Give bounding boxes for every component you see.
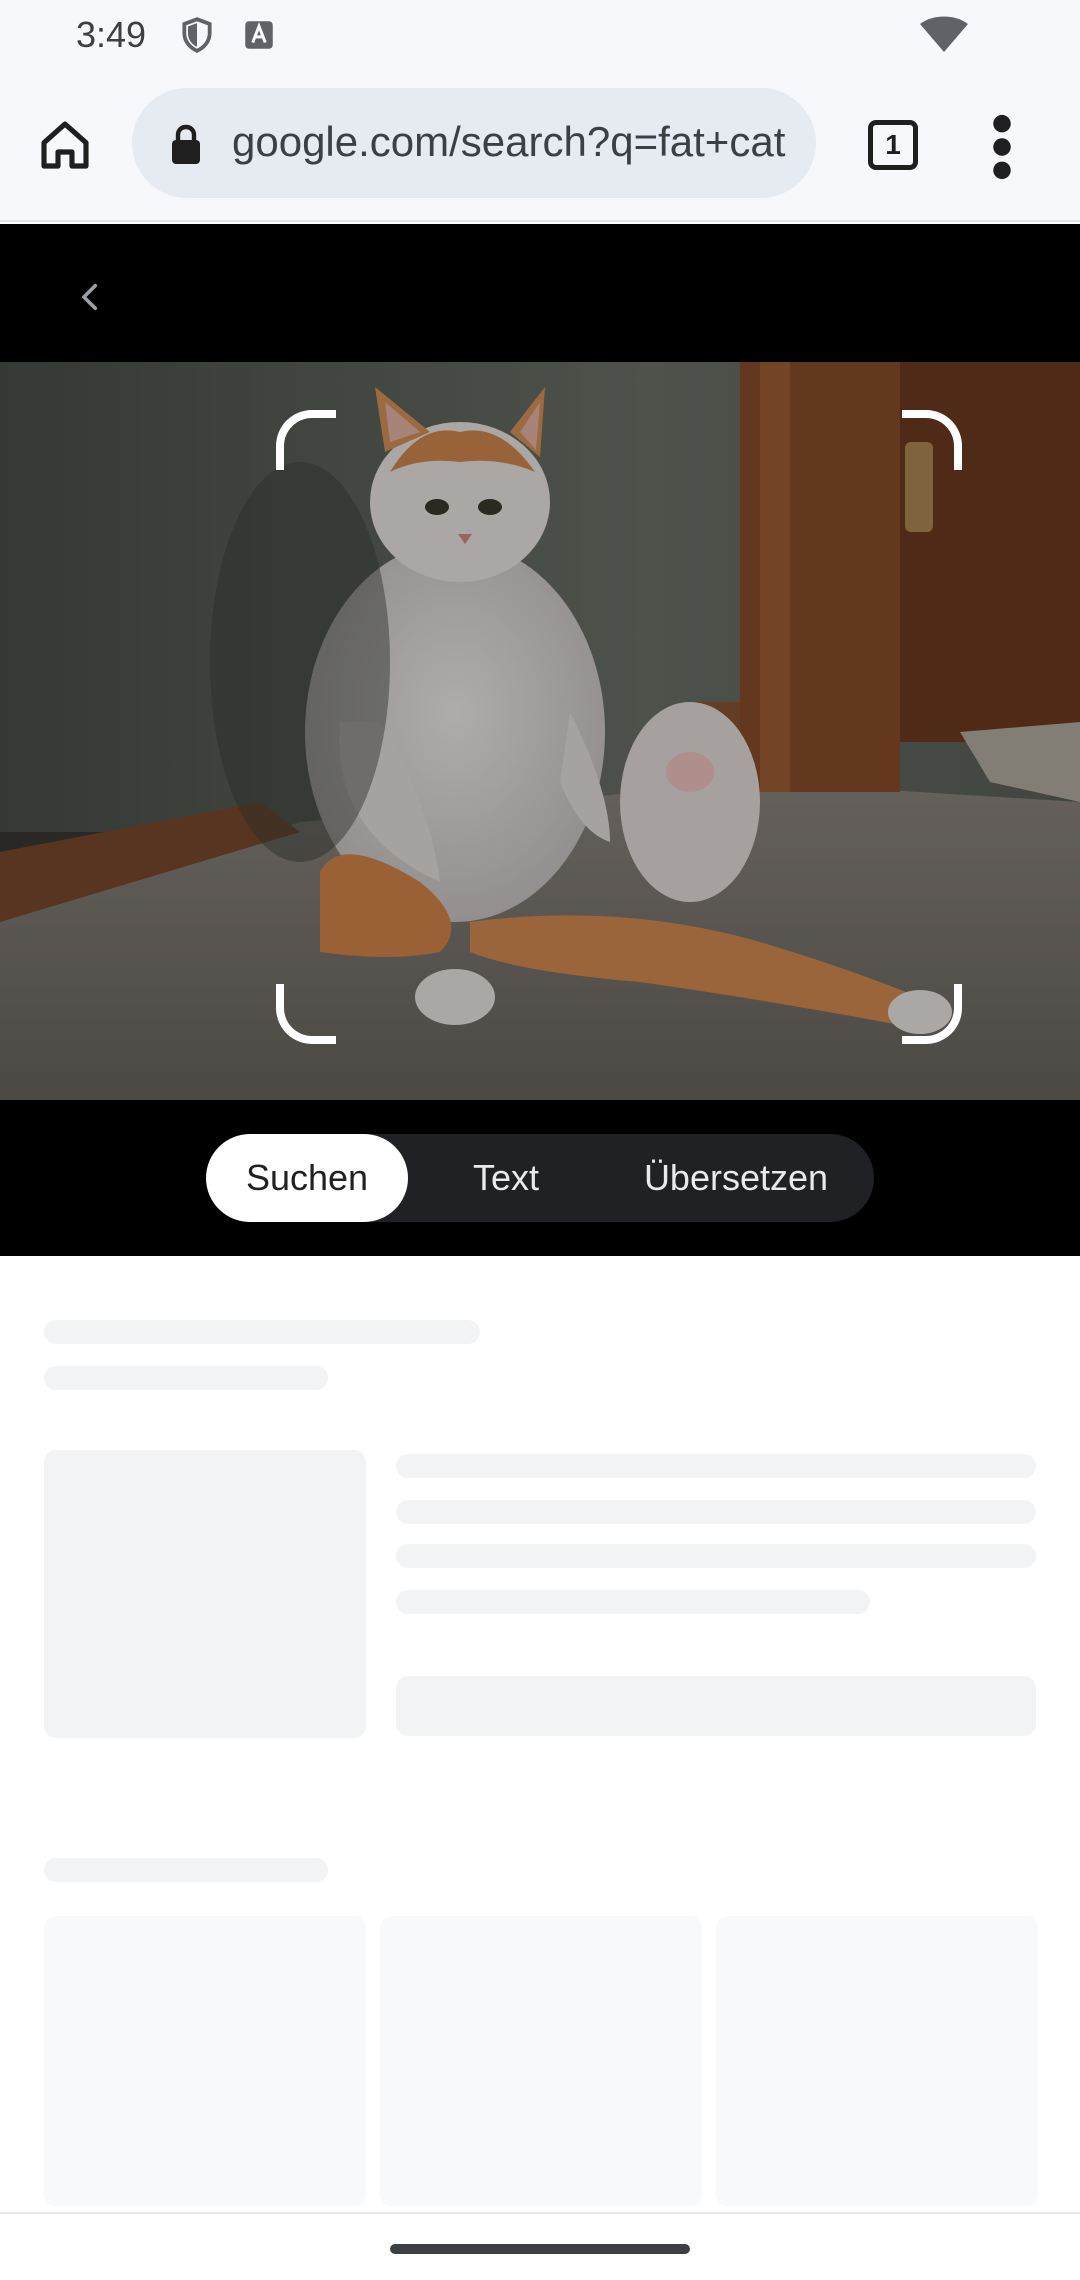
shield-icon [182,17,212,53]
skeleton-section-title [44,1858,328,1882]
lens-mode-bar: Suchen Text Übersetzen [0,1100,1080,1256]
skeleton-line [396,1454,1036,1478]
browser-toolbar: google.com/search?q=fat+cat 1 [0,72,1080,222]
image-preview [0,362,1080,1102]
skeleton-title [44,1320,480,1344]
status-bar: 3:49 [0,0,1080,72]
skeleton-card [380,1916,702,2206]
lens-header [0,224,1080,364]
skeleton-card [716,1916,1038,2206]
skeleton-subtitle [44,1366,328,1390]
skeleton-button [396,1676,1036,1736]
chevron-left-icon [82,283,98,311]
tab-count: 1 [885,129,901,160]
skeleton-line [396,1590,870,1614]
tab-switcher-button[interactable]: 1 [862,114,924,176]
lock-icon [172,124,200,164]
skeleton-line [396,1500,1036,1524]
url-text: google.com/search?q=fat+cat [232,118,786,165]
address-bar[interactable]: google.com/search?q=fat+cat [132,88,816,198]
home-icon [41,121,89,169]
more-vert-icon[interactable] [980,112,1024,182]
skeleton-card [44,1916,366,2206]
tabs-icon: 1 [868,120,918,170]
mode-selector: Suchen Text Übersetzen [206,1134,874,1222]
back-button[interactable] [64,270,118,324]
gesture-nav-bar [0,2212,1080,2280]
home-button[interactable] [30,110,100,180]
wifi-icon [920,16,968,52]
selection-box[interactable] [276,410,962,1044]
skeleton-line [396,1544,1036,1568]
text-a-icon [245,21,273,49]
mode-translate-button[interactable]: Übersetzen [606,1134,866,1222]
status-time: 3:49 [76,14,147,55]
home-gesture-handle[interactable] [390,2244,690,2254]
results-loading [0,1256,1080,2216]
mode-search-button[interactable]: Suchen [206,1134,408,1222]
skeleton-thumbnail [44,1450,366,1738]
mode-text-button[interactable]: Text [426,1134,586,1222]
